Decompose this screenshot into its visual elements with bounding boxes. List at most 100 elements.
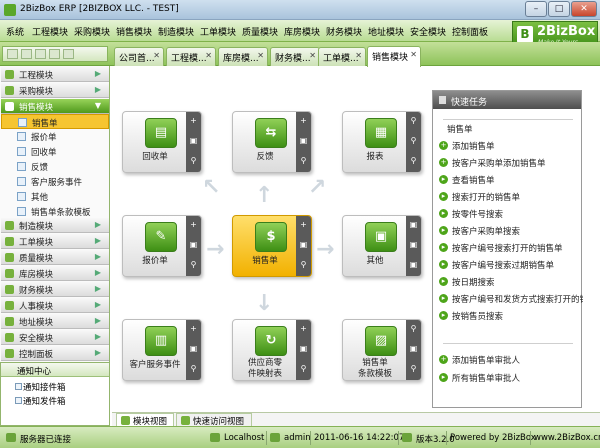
minimize-button[interactable]: – — [525, 1, 547, 17]
quick-all-approvers[interactable]: ▸ 所有销售单审批人 — [439, 371, 583, 384]
edit-button[interactable]: ▣ — [299, 136, 308, 145]
sidebar-item-address[interactable]: 地址模块 ▶ — [1, 314, 109, 329]
tile-quote[interactable]: ✎ 报价单 + ▣ ⚲ — [122, 215, 202, 277]
close-button[interactable]: ✕ — [571, 1, 597, 17]
quick-search-customer-shipping[interactable]: ▸ 按客户编号和发货方式搜索打开的销 — [439, 292, 583, 305]
quick-search-open[interactable]: ▸ 搜索打开的销售单 — [439, 190, 583, 203]
sidebar-item-sales[interactable]: 销售模块 ▼ — [1, 99, 109, 114]
quick-search-customer-open[interactable]: ▸ 按客户编号搜索打开的销售单 — [439, 241, 583, 254]
sidebar-tool-2[interactable] — [21, 49, 32, 59]
menu-security[interactable]: 安全模块 — [410, 25, 446, 38]
close-icon[interactable]: ✕ — [309, 51, 316, 60]
sidebar-sub-feedback[interactable]: 反馈 — [1, 159, 109, 174]
menu-finance[interactable]: 财务模块 — [326, 25, 362, 38]
tab-workorder[interactable]: 工单模... ✕ — [318, 47, 366, 66]
sidebar-sub-quote[interactable]: 报价单 — [1, 129, 109, 144]
search-button[interactable]: ⚲ — [409, 136, 418, 145]
search-button[interactable]: ⚲ — [409, 156, 418, 165]
sidebar-item-purchase[interactable]: 采购模块 ▶ — [1, 83, 109, 98]
edit-button[interactable]: ▣ — [189, 136, 198, 145]
menu-warehouse[interactable]: 库房模块 — [284, 25, 320, 38]
sidebar-tool-5[interactable] — [63, 49, 74, 59]
tab-sales[interactable]: 销售模块 ✕ — [367, 46, 421, 67]
sidebar-sub-return[interactable]: 回收单 — [1, 144, 109, 159]
edit-button[interactable]: ▣ — [409, 240, 418, 249]
menu-sales[interactable]: 销售模块 — [116, 25, 152, 38]
quick-search-date[interactable]: ▸ 按日期搜索 — [439, 275, 583, 288]
sidebar-item-finance[interactable]: 财务模块 ▶ — [1, 282, 109, 297]
edit-button[interactable]: ▣ — [189, 344, 198, 353]
quick-view-sales-order[interactable]: ▸ 查看销售单 — [439, 173, 583, 186]
search-button[interactable]: ⚲ — [299, 156, 308, 165]
sidebar-item-quality[interactable]: 质量模块 ▶ — [1, 250, 109, 265]
menu-quality[interactable]: 质量模块 — [242, 25, 278, 38]
edit-button[interactable]: ▣ — [299, 240, 308, 249]
menu-system[interactable]: 系统 — [6, 25, 24, 38]
notify-inbox[interactable]: 通知接件箱 — [23, 381, 66, 393]
search-button[interactable]: ⚲ — [189, 156, 198, 165]
edit-button[interactable]: ▣ — [299, 344, 308, 353]
close-icon[interactable]: ✕ — [410, 50, 417, 59]
add-button[interactable]: + — [189, 220, 198, 229]
sidebar-item-hr[interactable]: 人事模块 ▶ — [1, 298, 109, 313]
tile-feedback[interactable]: ⇆ 反馈 + ▣ ⚲ — [232, 111, 312, 173]
quick-search-part[interactable]: ▸ 按零件号搜索 — [439, 207, 583, 220]
sidebar-tool-4[interactable] — [49, 49, 60, 59]
quick-add-approver[interactable]: + 添加销售单审批人 — [439, 353, 583, 366]
search-button[interactable]: ⚲ — [409, 364, 418, 373]
sidebar-sub-other[interactable]: 其他 — [1, 189, 109, 204]
quick-add-from-po[interactable]: + 按客户采购单添加销售单 — [439, 156, 583, 169]
menu-purchase[interactable]: 采购模块 — [74, 25, 110, 38]
quick-search-salesperson[interactable]: ▸ 按销售员搜索 — [439, 309, 583, 322]
close-icon[interactable]: ✕ — [257, 51, 264, 60]
tab-finance[interactable]: 财务模... ✕ — [270, 47, 320, 66]
status-url[interactable]: www.2BizBox.cn — [534, 433, 600, 443]
sidebar-item-warehouse[interactable]: 库房模块 ▶ — [1, 266, 109, 281]
edit-button[interactable]: ▣ — [409, 344, 418, 353]
close-icon[interactable]: ✕ — [153, 51, 160, 60]
sidebar-item-security[interactable]: 安全模块 ▶ — [1, 330, 109, 345]
search-button[interactable]: ⚲ — [409, 324, 418, 333]
menu-workorder[interactable]: 工单模块 — [200, 25, 236, 38]
tile-customer-service[interactable]: ▥ 客户服务事件 + ▣ ⚲ — [122, 319, 202, 381]
maximize-button[interactable]: □ — [548, 1, 570, 17]
add-button[interactable]: + — [299, 116, 308, 125]
quick-search-customer-overdue[interactable]: ▸ 按客户编号搜索过期销售单 — [439, 258, 583, 271]
tab-quick-access-view[interactable]: 快速访问视图 — [176, 413, 252, 427]
sidebar-item-control-panel[interactable]: 控制面板 ▶ — [1, 346, 109, 361]
sidebar-item-manufacturing[interactable]: 制造模块 ▶ — [1, 218, 109, 233]
tab-company-home[interactable]: 公司首... ✕ — [114, 47, 164, 66]
sidebar-sub-sales-order[interactable]: 销售单 — [1, 114, 109, 129]
search-button[interactable]: ⚲ — [299, 364, 308, 373]
edit-button[interactable]: ▣ — [189, 240, 198, 249]
sidebar-item-engineering[interactable]: 工程模块 ▶ — [1, 67, 109, 82]
notify-outbox[interactable]: 通知发件箱 — [23, 395, 66, 407]
tile-sales-order[interactable]: $ 销售单 + ▣ ⚲ — [232, 215, 312, 277]
tile-report[interactable]: ▦ 报表 ⚲ ⚲ ⚲ — [342, 111, 422, 173]
sidebar-sub-terms-template[interactable]: 销售单条款模板 — [1, 204, 109, 219]
tile-other[interactable]: ▣ 其他 ▣ ▣ ▣ — [342, 215, 422, 277]
add-button[interactable]: + — [299, 324, 308, 333]
add-button[interactable]: + — [299, 220, 308, 229]
close-icon[interactable]: ✕ — [355, 51, 362, 60]
add-button[interactable]: + — [189, 324, 198, 333]
close-icon[interactable]: ✕ — [205, 51, 212, 60]
menu-control-panel[interactable]: 控制面板 — [452, 25, 488, 38]
tile-terms-template[interactable]: ▨ 销售单 条款模板 ⚲ ▣ ⚲ — [342, 319, 422, 381]
tab-warehouse[interactable]: 库房模... ✕ — [218, 47, 268, 66]
sidebar-tool-3[interactable] — [35, 49, 46, 59]
search-button[interactable]: ⚲ — [189, 260, 198, 269]
search-button[interactable]: ⚲ — [409, 116, 418, 125]
edit-button[interactable]: ▣ — [409, 260, 418, 269]
search-button[interactable]: ⚲ — [189, 364, 198, 373]
menu-engineering[interactable]: 工程模块 — [32, 25, 68, 38]
quick-add-sales-order[interactable]: + 添加销售单 — [439, 139, 583, 152]
menu-address[interactable]: 地址模块 — [368, 25, 404, 38]
sidebar-item-workorder[interactable]: 工单模块 ▶ — [1, 234, 109, 249]
search-button[interactable]: ⚲ — [299, 260, 308, 269]
tab-engineering[interactable]: 工程模... ✕ — [166, 47, 216, 66]
tile-return[interactable]: ▤ 回收单 + ▣ ⚲ — [122, 111, 202, 173]
tile-vendor-part-map[interactable]: ↻ 供应商零 件映射表 + ▣ ⚲ — [232, 319, 312, 381]
edit-button[interactable]: ▣ — [409, 220, 418, 229]
tab-module-view[interactable]: 模块视图 — [116, 413, 174, 427]
